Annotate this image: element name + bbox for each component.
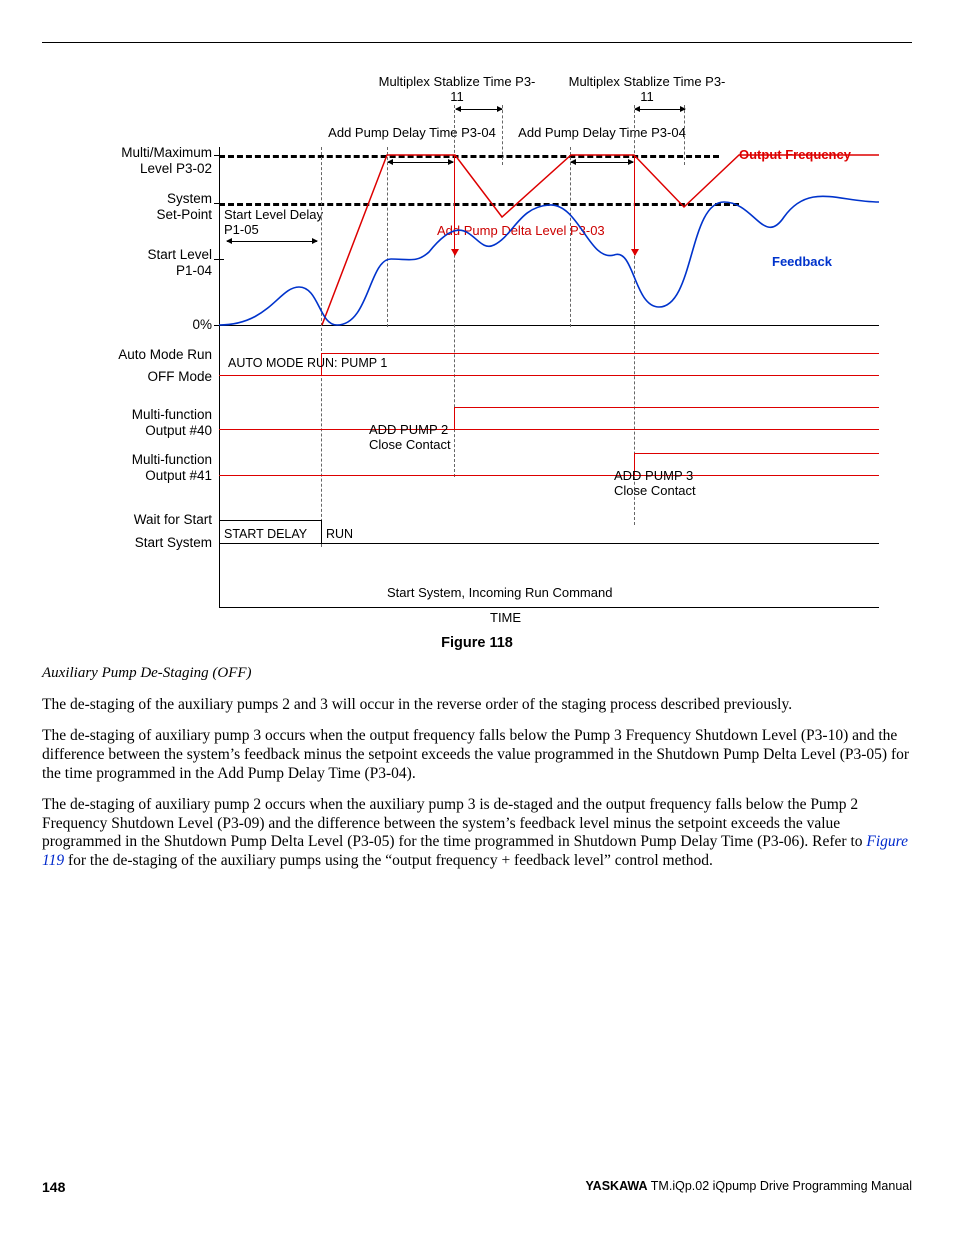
page-number: 148 [42,1179,65,1195]
ylabel-setpoint: System Set-Point [42,191,212,222]
mf40-baseline [219,429,879,430]
top-rule [42,42,912,43]
mf40-rise [454,407,455,429]
footer-pub: YASKAWA TM.iQp.02 iQpump Drive Programmi… [585,1179,912,1193]
ylabel-auto-mode-run: Auto Mode Run [42,347,212,363]
body-paragraph-3a: The de-staging of auxiliary pump 2 occur… [42,796,866,851]
label-mst-1: Multiplex Stablize Time P3-11 [372,74,542,104]
footer-brand: YASKAWA [585,1179,647,1193]
footer-title: TM.iQp.02 iQpump Drive Programming Manua… [651,1179,912,1193]
ylabel-wait-for-start: Wait for Start [42,512,212,528]
body-paragraph-2: The de-staging of auxiliary pump 3 occur… [42,727,912,784]
ylabel-mf40: Multi-function Output #40 [42,407,212,438]
dim-mst-1 [456,109,502,110]
ylabel-zero: 0% [42,317,212,333]
ylabel-start-system: Start System [42,535,212,551]
label-apdt-1: Add Pump Delay Time P3-04 [327,125,497,140]
mf41-high [634,453,879,454]
ylabel-start-level: Start Level P1-04 [42,247,212,278]
dim-mst-2 [635,109,685,110]
body-paragraph-3: The de-staging of auxiliary pump 2 occur… [42,796,912,872]
mf41-baseline [219,475,879,476]
body-paragraph-3b: for the de-staging of the auxiliary pump… [68,852,713,869]
label-auto-mode-run-pump1: AUTO MODE RUN: PUMP 1 [228,356,387,370]
mf40-high [454,407,879,408]
label-add-pump2: ADD PUMP 2 Close Contact [369,423,451,453]
label-start-system: Start System, Incoming Run Command [387,585,612,600]
feedback-curve [219,147,879,347]
startstate-drop [321,520,322,543]
startstate-baseline [219,543,879,544]
ylabel-mf41: Multi-function Output #41 [42,452,212,483]
startstate-wait [219,520,321,521]
auto-mode-high [321,353,879,354]
page-footer: 148 YASKAWA TM.iQp.02 iQpump Drive Progr… [42,1179,912,1195]
subheading: Auxiliary Pump De-Staging (OFF) [42,665,912,682]
label-start-delay: START DELAY [224,527,307,541]
ylabel-multi-max: Multi/Maximum Level P3-02 [42,145,212,176]
label-run: RUN [326,527,353,541]
ylabel-off-mode: OFF Mode [42,369,212,385]
label-apdt-2: Add Pump Delay Time P3-04 [517,125,687,140]
xaxis-label: TIME [490,610,521,625]
auto-mode-baseline [219,375,879,376]
figure-caption: Figure 118 [42,635,912,651]
x-axis [219,607,879,608]
body-paragraph-1: The de-staging of the auxiliary pumps 2 … [42,696,912,715]
label-mst-2: Multiplex Stablize Time P3-11 [562,74,732,104]
figure-118: Multiplex Stablize Time P3-11 Multiplex … [42,67,912,627]
label-add-pump3: ADD PUMP 3 Close Contact [614,469,696,499]
